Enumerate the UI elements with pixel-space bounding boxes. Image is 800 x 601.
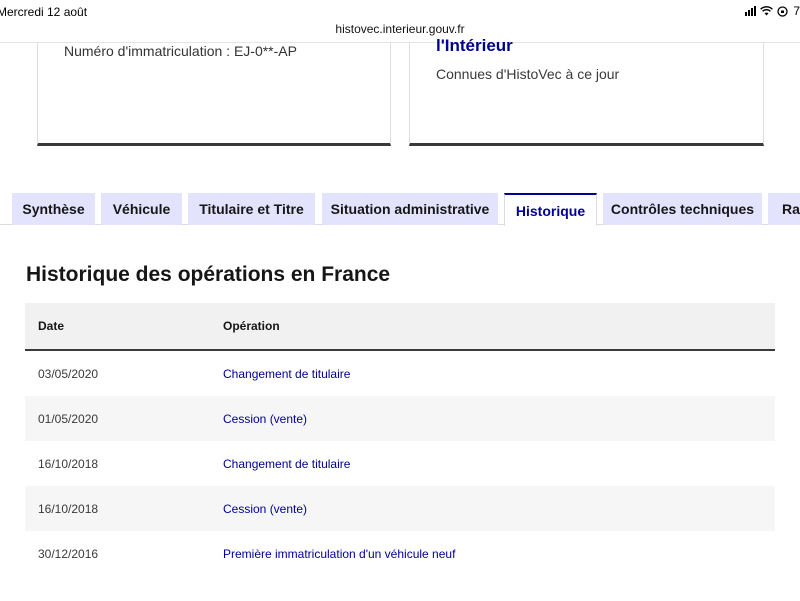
cell-date: 16/10/2018 xyxy=(38,456,99,471)
table-row: 01/05/2020 Cession (vente) xyxy=(25,396,775,441)
vehicle-info-card: Numéro d'immatriculation : EJ-0**-AP xyxy=(37,43,391,146)
section-title: Historique des opérations en France xyxy=(26,263,391,286)
table-row: 16/10/2018 Cession (vente) xyxy=(25,486,775,531)
cell-date: 03/05/2020 xyxy=(38,366,99,381)
column-header-operation: Opération xyxy=(223,303,775,351)
signal-icon xyxy=(745,6,757,16)
tab-label: Historique xyxy=(515,202,586,219)
tab-label: Titulaire et Titre xyxy=(199,201,304,217)
tab-label: Véhicule xyxy=(112,201,171,217)
table-header-row: Date Opération xyxy=(25,303,775,351)
url-text: histovec.interieur.gouv.fr xyxy=(335,22,465,36)
tab-label: Synthèse xyxy=(22,201,85,217)
history-table: Date Opération 03/05/2020 Changement de … xyxy=(25,303,775,576)
tab-situation-administrative[interactable]: Situation administrative xyxy=(322,193,498,225)
status-icons: 7 xyxy=(745,4,800,18)
cell-operation: Cession (vente) xyxy=(223,396,775,441)
cell-operation: Changement de titulaire xyxy=(223,366,351,381)
tab-rapport[interactable]: Rap xyxy=(768,193,800,225)
tab-label: Contrôles techniques xyxy=(610,201,755,217)
card-subtitle: Connues d'HistoVec à ce jour xyxy=(436,66,620,82)
table-row: 03/05/2020 Changement de titulaire xyxy=(25,350,775,396)
tab-historique[interactable]: Historique xyxy=(504,193,597,226)
table-row: 30/12/2016 Première immatriculation d'un… xyxy=(25,531,775,576)
cell-date: 30/12/2016 xyxy=(38,546,99,561)
tab-controles-techniques[interactable]: Contrôles techniques xyxy=(603,193,762,225)
cell-date: 16/10/2018 xyxy=(25,486,223,531)
tab-label: Situation administrative xyxy=(330,201,490,217)
tab-label: Rap xyxy=(782,201,800,217)
cell-operation: Cession (vente) xyxy=(223,486,775,531)
card-title: l'Intérieur xyxy=(436,36,513,55)
tab-vehicule[interactable]: Véhicule xyxy=(101,193,182,225)
status-time: Mercredi 12 août xyxy=(0,5,88,19)
tab-list: Synthèse Véhicule Titulaire et Titre Sit… xyxy=(0,190,800,230)
cell-date: 01/05/2020 xyxy=(25,396,223,441)
address-bar[interactable]: histovec.interieur.gouv.fr xyxy=(0,22,800,42)
table-row: 16/10/2018 Changement de titulaire xyxy=(25,441,775,486)
battery-percentage: 7 xyxy=(793,4,800,18)
cell-operation: Première immatriculation d'un véhicule n… xyxy=(223,546,456,561)
registration-number: Numéro d'immatriculation : EJ-0**-AP xyxy=(64,43,297,59)
column-header-date: Date xyxy=(25,303,223,351)
tab-synthese[interactable]: Synthèse xyxy=(12,193,95,225)
tab-titulaire-et-titre[interactable]: Titulaire et Titre xyxy=(188,193,315,225)
cell-operation: Changement de titulaire xyxy=(223,456,351,471)
ministry-info-card: l'Intérieur Connues d'HistoVec à ce jour xyxy=(409,36,764,146)
ios-status-bar: Mercredi 12 août 7 xyxy=(0,0,800,22)
rotation-lock-icon xyxy=(777,5,788,17)
wifi-icon xyxy=(760,6,774,16)
